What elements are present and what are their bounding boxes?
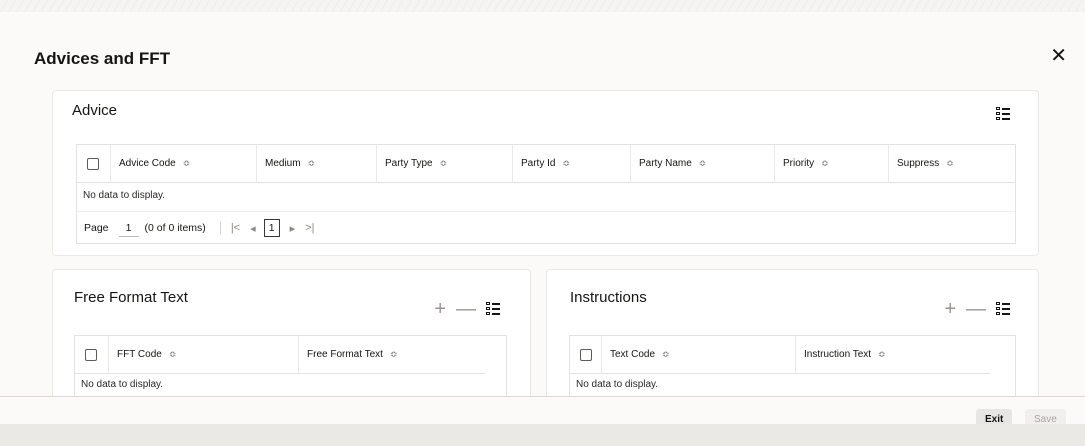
select-all-cell [75, 336, 109, 374]
fft-table-header: FFT Code ≎ Free Format Text ≎ [75, 336, 485, 374]
plus-icon[interactable]: + [944, 299, 956, 319]
column-chooser-icon[interactable] [996, 302, 1010, 316]
column-header-suppress[interactable]: Suppress ≎ [889, 145, 1015, 183]
column-header-free-format-text[interactable]: Free Format Text ≎ [299, 336, 485, 374]
empty-message: No data to display. [81, 379, 164, 390]
close-icon[interactable]: ✕ [1050, 46, 1067, 66]
column-label: Medium [265, 158, 301, 169]
column-header-party-id[interactable]: Party Id ≎ [513, 145, 631, 183]
column-label: Party Type [385, 158, 433, 169]
sort-icon[interactable]: ≎ [662, 349, 670, 360]
page-input[interactable]: 1 [118, 219, 139, 237]
sort-icon[interactable]: ≎ [821, 158, 829, 169]
column-header-advice-code[interactable]: Advice Code ≎ [111, 145, 257, 183]
last-page-icon[interactable]: >| [305, 222, 314, 234]
column-header-fft-code[interactable]: FFT Code ≎ [109, 336, 299, 374]
fft-tools: + — [434, 299, 500, 319]
items-count: (0 of 0 items) [144, 222, 206, 234]
column-header-party-type[interactable]: Party Type ≎ [377, 145, 513, 183]
fft-title: Free Format Text [74, 289, 188, 306]
current-page-button[interactable]: 1 [263, 219, 280, 237]
advice-panel: Advice Advice Code ≎ Medium ≎ Party Type… [52, 90, 1039, 256]
instructions-table-header: Text Code ≎ Instruction Text ≎ [570, 336, 990, 374]
advice-tools [996, 107, 1010, 121]
sort-icon[interactable]: ≎ [183, 158, 191, 169]
sort-icon[interactable]: ≎ [440, 158, 448, 169]
empty-message: No data to display. [576, 379, 659, 390]
sort-icon[interactable]: ≎ [878, 349, 886, 360]
instructions-title: Instructions [570, 289, 647, 306]
select-all-checkbox[interactable] [87, 157, 99, 170]
column-header-medium[interactable]: Medium ≎ [257, 145, 377, 183]
column-header-party-name[interactable]: Party Name ≎ [631, 145, 775, 183]
sort-icon[interactable]: ≎ [169, 349, 177, 360]
column-header-text-code[interactable]: Text Code ≎ [602, 336, 796, 374]
column-header-instruction-text[interactable]: Instruction Text ≎ [796, 336, 990, 374]
instructions-tools: + — [944, 299, 1010, 319]
column-label: Instruction Text [804, 349, 872, 360]
sort-icon[interactable]: ≎ [699, 158, 707, 169]
column-header-priority[interactable]: Priority ≎ [775, 145, 889, 183]
column-label: Priority [783, 158, 815, 169]
select-all-cell [570, 336, 602, 374]
dialog-title: Advices and FFT [34, 49, 171, 68]
column-label: Free Format Text [307, 349, 383, 360]
column-label: Text Code [610, 349, 656, 360]
prev-page-icon[interactable]: ◂ [250, 222, 256, 235]
select-all-cell [77, 145, 111, 183]
pagination: Page 1 (0 of 0 items) |< ◂ 1 ▸ >| [77, 211, 1015, 243]
sort-icon[interactable]: ≎ [308, 158, 316, 169]
sort-icon[interactable]: ≎ [390, 349, 398, 360]
page-label: Page [84, 222, 109, 234]
sort-icon[interactable]: ≎ [946, 158, 954, 169]
fft-panel: Free Format Text + — FFT Code ≎ Free Form… [52, 269, 531, 410]
advice-table: Advice Code ≎ Medium ≎ Party Type ≎ Party I… [76, 144, 1016, 244]
column-chooser-icon[interactable] [996, 107, 1010, 121]
next-page-icon[interactable]: ▸ [290, 222, 296, 235]
empty-message: No data to display. [83, 190, 166, 201]
pager-divider [219, 221, 221, 235]
bottom-strip [0, 424, 1085, 446]
column-chooser-icon[interactable] [486, 302, 500, 316]
column-label: FFT Code [117, 349, 162, 360]
advice-table-header: Advice Code ≎ Medium ≎ Party Type ≎ Party I… [77, 145, 1015, 183]
column-label: Party Id [521, 158, 556, 169]
advice-title: Advice [72, 102, 118, 119]
column-label: Suppress [897, 158, 940, 169]
first-page-icon[interactable]: |< [231, 222, 240, 234]
select-all-checkbox[interactable] [580, 348, 592, 361]
instructions-panel: Instructions + — Text Code ≎ Instruction … [546, 269, 1039, 410]
minus-icon[interactable]: — [456, 299, 476, 319]
column-label: Party Name [639, 158, 692, 169]
column-label: Advice Code [119, 158, 176, 169]
sort-icon[interactable]: ≎ [562, 158, 570, 169]
minus-icon[interactable]: — [966, 299, 986, 319]
select-all-checkbox[interactable] [85, 348, 97, 361]
plus-icon[interactable]: + [434, 299, 446, 319]
advices-fft-dialog: Advices and FFT ✕ Advice Advice Code ≎ Me… [0, 12, 1085, 436]
